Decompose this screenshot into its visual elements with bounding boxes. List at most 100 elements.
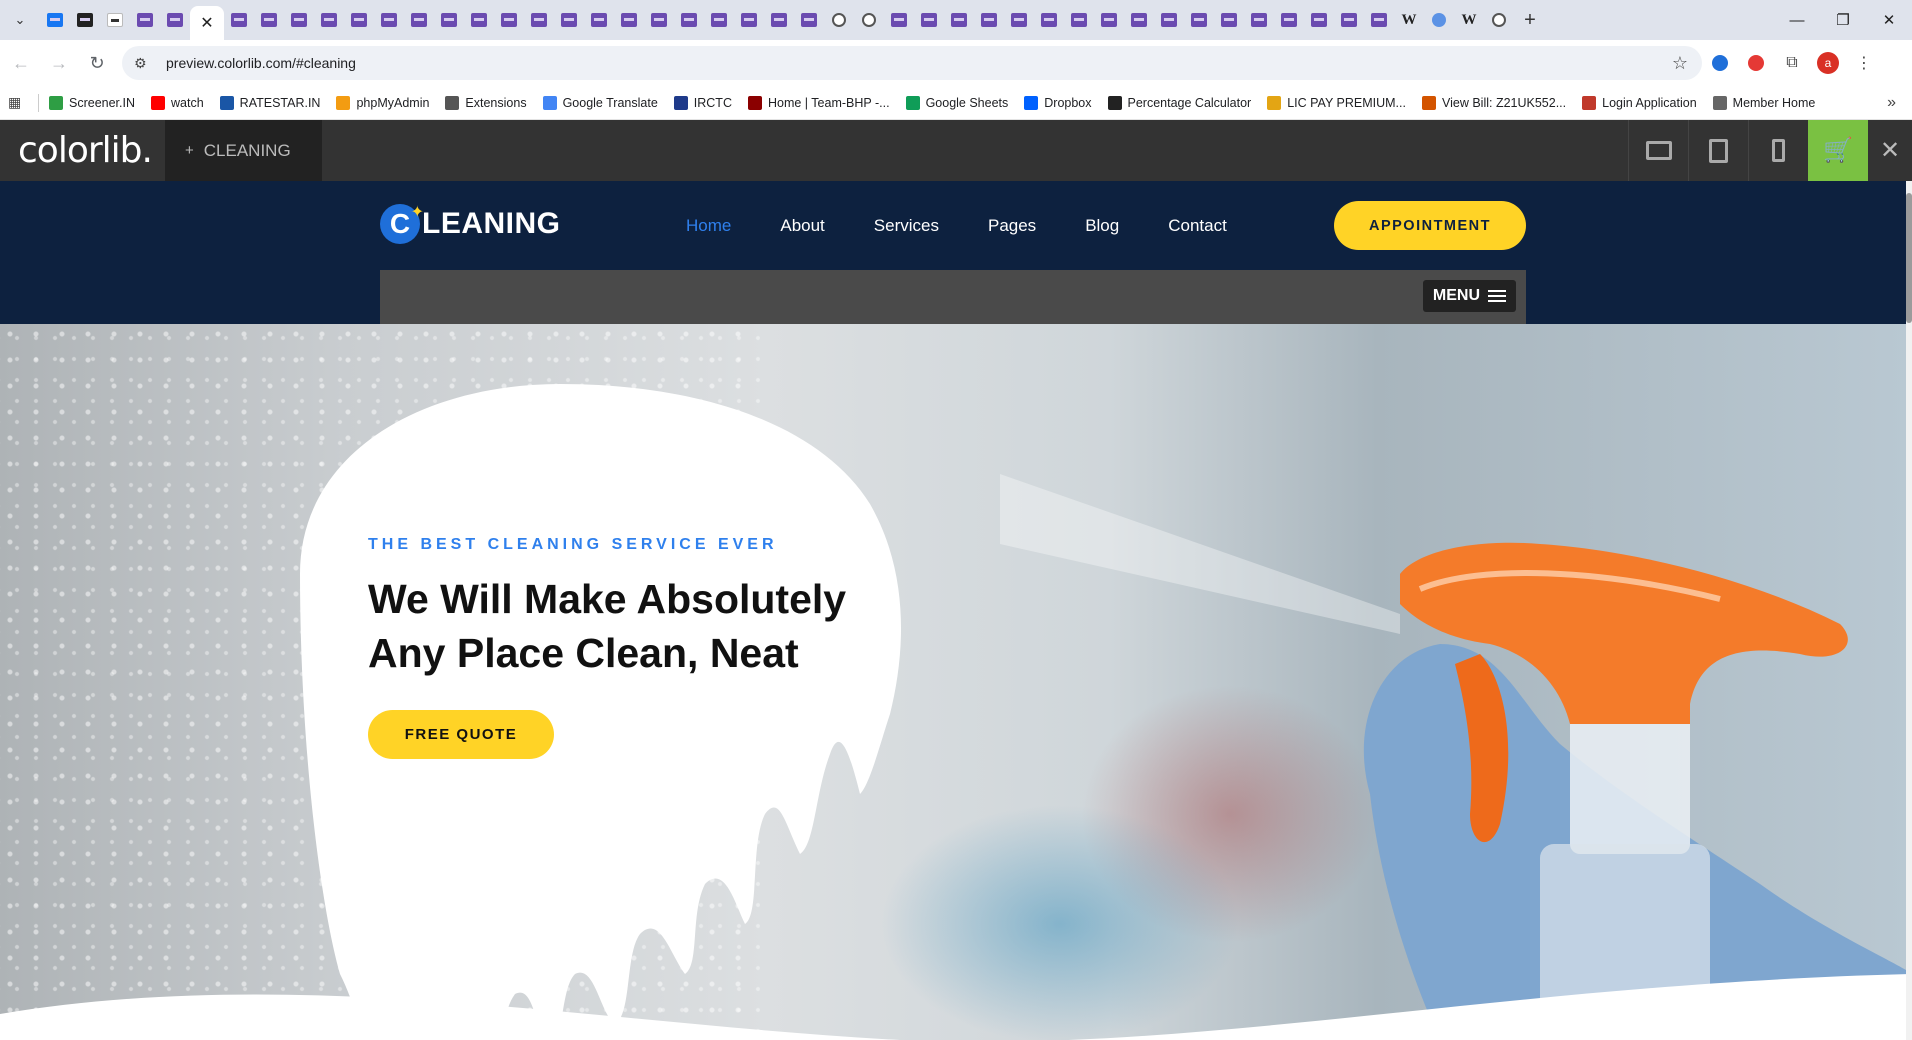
mobile-view-button[interactable] bbox=[1748, 120, 1808, 181]
tab[interactable] bbox=[1004, 0, 1034, 40]
tab[interactable]: W bbox=[1454, 0, 1484, 40]
tab[interactable] bbox=[584, 0, 614, 40]
tab[interactable] bbox=[854, 0, 884, 40]
tab[interactable] bbox=[944, 0, 974, 40]
tab[interactable] bbox=[674, 0, 704, 40]
new-tab-button[interactable]: + bbox=[1514, 0, 1546, 40]
tab[interactable] bbox=[764, 0, 794, 40]
tablet-view-button[interactable] bbox=[1688, 120, 1748, 181]
bookmark-item[interactable]: Home | Team-BHP -... bbox=[747, 95, 890, 110]
tab[interactable] bbox=[100, 0, 130, 40]
appointment-button[interactable]: APPOINTMENT bbox=[1334, 201, 1526, 250]
bookmark-item[interactable]: Google Translate bbox=[542, 95, 658, 110]
bookmark-item[interactable]: phpMyAdmin bbox=[336, 95, 429, 110]
colorlib-logo[interactable]: colorlib. bbox=[0, 120, 165, 181]
tab[interactable] bbox=[1364, 0, 1394, 40]
forward-button[interactable]: → bbox=[42, 46, 76, 80]
tab[interactable] bbox=[374, 0, 404, 40]
nav-about[interactable]: About bbox=[780, 216, 824, 236]
tab[interactable] bbox=[524, 0, 554, 40]
tab[interactable]: W bbox=[1394, 0, 1424, 40]
tab[interactable] bbox=[734, 0, 764, 40]
close-tab-icon[interactable]: ✕ bbox=[200, 13, 213, 33]
bookmark-item[interactable]: Google Sheets bbox=[905, 95, 1008, 110]
extensions-menu-button[interactable]: ⧉ bbox=[1774, 45, 1810, 81]
minimize-button[interactable]: — bbox=[1774, 0, 1820, 40]
free-quote-button[interactable]: FREE QUOTE bbox=[368, 710, 554, 759]
bookmark-star-icon[interactable]: ☆ bbox=[1672, 53, 1688, 74]
url-text[interactable]: preview.colorlib.com/#cleaning bbox=[166, 55, 356, 71]
bookmark-item[interactable]: watch bbox=[151, 95, 204, 110]
apps-grid-icon[interactable]: ▦ bbox=[8, 94, 32, 111]
tab[interactable] bbox=[554, 0, 584, 40]
browser-menu-button[interactable]: ⋮ bbox=[1846, 45, 1882, 81]
bookmark-item[interactable]: IRCTC bbox=[673, 95, 732, 110]
nav-home[interactable]: Home bbox=[686, 216, 731, 236]
extension-button[interactable] bbox=[1738, 45, 1774, 81]
tab[interactable] bbox=[1154, 0, 1184, 40]
tab-active[interactable]: ✕ bbox=[190, 6, 224, 40]
desktop-view-button[interactable] bbox=[1628, 120, 1688, 181]
site-logo[interactable]: C ✦ LEANING bbox=[380, 204, 561, 244]
tab[interactable] bbox=[1424, 0, 1454, 40]
tab[interactable] bbox=[464, 0, 494, 40]
tab[interactable] bbox=[1274, 0, 1304, 40]
tab[interactable] bbox=[224, 0, 254, 40]
tab[interactable] bbox=[1124, 0, 1154, 40]
tab[interactable] bbox=[314, 0, 344, 40]
theme-selector[interactable]: + CLEANING bbox=[165, 120, 322, 181]
tab[interactable] bbox=[794, 0, 824, 40]
bookmark-item[interactable]: Dropbox bbox=[1024, 95, 1092, 110]
address-bar[interactable]: ⚙ preview.colorlib.com/#cleaning ☆ bbox=[122, 46, 1702, 80]
tab[interactable] bbox=[1214, 0, 1244, 40]
menu-toggle-button[interactable]: MENU bbox=[1422, 280, 1516, 312]
close-preview-button[interactable]: ✕ bbox=[1868, 120, 1912, 181]
tab[interactable] bbox=[284, 0, 314, 40]
nav-blog[interactable]: Blog bbox=[1085, 216, 1119, 236]
tab[interactable] bbox=[1064, 0, 1094, 40]
tab[interactable] bbox=[1334, 0, 1364, 40]
bookmark-item[interactable]: Login Application bbox=[1582, 95, 1697, 110]
bookmark-item[interactable]: LIC PAY PREMIUM... bbox=[1267, 95, 1406, 110]
nav-contact[interactable]: Contact bbox=[1168, 216, 1227, 236]
tab[interactable] bbox=[1304, 0, 1334, 40]
site-info-icon[interactable]: ⚙ bbox=[134, 55, 154, 72]
bookmark-item[interactable]: Percentage Calculator bbox=[1107, 95, 1251, 110]
reload-button[interactable]: ↻ bbox=[80, 46, 114, 80]
tab[interactable] bbox=[160, 0, 190, 40]
tab[interactable] bbox=[404, 0, 434, 40]
bookmark-item[interactable]: Screener.IN bbox=[49, 95, 135, 110]
more-bookmarks-icon[interactable]: » bbox=[1887, 94, 1896, 112]
tab[interactable] bbox=[974, 0, 1004, 40]
buy-cart-button[interactable]: 🛒 bbox=[1808, 120, 1868, 181]
nav-services[interactable]: Services bbox=[874, 216, 939, 236]
extension-button[interactable] bbox=[1702, 45, 1738, 81]
tab-search-button[interactable]: ⌄ bbox=[0, 0, 40, 40]
tab[interactable] bbox=[494, 0, 524, 40]
profile-button[interactable]: a bbox=[1810, 45, 1846, 81]
tab[interactable] bbox=[614, 0, 644, 40]
tab[interactable] bbox=[40, 0, 70, 40]
tab[interactable] bbox=[130, 0, 160, 40]
tab[interactable] bbox=[254, 0, 284, 40]
tab[interactable] bbox=[824, 0, 854, 40]
tab[interactable] bbox=[434, 0, 464, 40]
tab[interactable] bbox=[644, 0, 674, 40]
bookmark-item[interactable]: RATESTAR.IN bbox=[219, 95, 320, 110]
tab[interactable] bbox=[1184, 0, 1214, 40]
restore-button[interactable]: ❐ bbox=[1820, 0, 1866, 40]
tab[interactable] bbox=[914, 0, 944, 40]
tab[interactable] bbox=[1484, 0, 1514, 40]
back-button[interactable]: ← bbox=[4, 46, 38, 80]
tab[interactable] bbox=[704, 0, 734, 40]
tab[interactable] bbox=[344, 0, 374, 40]
tab[interactable] bbox=[1034, 0, 1064, 40]
scrollbar-thumb[interactable] bbox=[1906, 193, 1912, 323]
close-window-button[interactable]: ✕ bbox=[1866, 0, 1912, 40]
nav-pages[interactable]: Pages bbox=[988, 216, 1036, 236]
tab[interactable] bbox=[884, 0, 914, 40]
tab[interactable] bbox=[70, 0, 100, 40]
bookmark-item[interactable]: Member Home bbox=[1712, 95, 1815, 110]
tab[interactable] bbox=[1244, 0, 1274, 40]
page-scrollbar[interactable] bbox=[1906, 181, 1912, 1040]
